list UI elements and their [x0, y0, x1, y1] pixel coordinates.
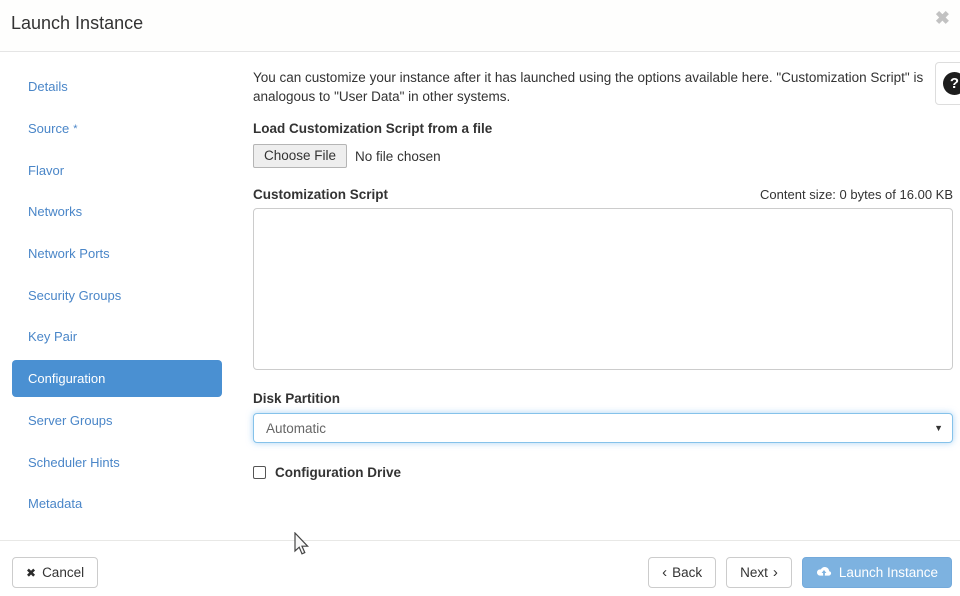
footer-button-group: ‹ Back Next › Launch Instance — [648, 557, 952, 588]
load-script-label: Load Customization Script from a file — [253, 121, 953, 136]
file-input-row: Choose File No file chosen — [253, 144, 953, 168]
sidebar-item-source[interactable]: Source * — [0, 108, 240, 150]
sidebar-item-label: Flavor — [28, 163, 64, 178]
sidebar-item-details[interactable]: Details — [0, 66, 240, 108]
cancel-button[interactable]: ✖ Cancel — [12, 557, 98, 588]
question-mark-icon: ? — [943, 72, 960, 95]
selected-option: Automatic — [266, 421, 326, 436]
help-text: You can customize your instance after it… — [253, 68, 929, 106]
x-icon: ✖ — [26, 566, 36, 580]
sidebar-item-server-groups[interactable]: Server Groups — [0, 400, 240, 442]
config-drive-row: Configuration Drive — [253, 465, 953, 480]
sidebar-item-label: Metadata — [28, 496, 82, 511]
configuration-panel: You can customize your instance after it… — [253, 52, 953, 480]
cancel-label: Cancel — [42, 565, 84, 580]
customization-script-label: Customization Script — [253, 187, 388, 202]
chevron-right-icon: › — [773, 565, 778, 580]
chevron-left-icon: ‹ — [662, 565, 667, 580]
script-header-row: Customization Script Content size: 0 byt… — [253, 187, 953, 202]
modal-header: Launch Instance ✖ — [0, 0, 960, 52]
disk-partition-select[interactable]: Automatic ▼ — [253, 413, 953, 443]
sidebar-item-network-ports[interactable]: Network Ports — [0, 233, 240, 275]
sidebar-item-label: Security Groups — [28, 288, 121, 303]
sidebar-item-networks[interactable]: Networks — [0, 191, 240, 233]
next-label: Next — [740, 565, 768, 580]
sidebar-item-label: Network Ports — [28, 246, 110, 261]
sidebar-item-configuration[interactable]: Configuration — [12, 360, 222, 397]
sidebar-item-flavor[interactable]: Flavor — [0, 149, 240, 191]
caret-down-icon: ▼ — [934, 423, 943, 433]
configuration-drive-label: Configuration Drive — [275, 465, 401, 480]
sidebar-item-metadata[interactable]: Metadata — [0, 483, 240, 525]
modal-footer: ✖ Cancel ‹ Back Next › Launch Instance — [0, 540, 960, 596]
sidebar-item-label: Networks — [28, 204, 82, 219]
sidebar-item-security-groups[interactable]: Security Groups — [0, 274, 240, 316]
next-button[interactable]: Next › — [726, 557, 792, 588]
content-size-text: Content size: 0 bytes of 16.00 KB — [760, 187, 953, 202]
choose-file-button[interactable]: Choose File — [253, 144, 347, 168]
cloud-upload-icon — [816, 566, 832, 579]
sidebar-item-key-pair[interactable]: Key Pair — [0, 316, 240, 358]
sidebar-item-label: Details — [28, 79, 68, 94]
back-button[interactable]: ‹ Back — [648, 557, 716, 588]
sidebar-item-scheduler-hints[interactable]: Scheduler Hints — [0, 441, 240, 483]
launch-instance-label: Launch Instance — [839, 565, 938, 580]
close-icon[interactable]: ✖ — [935, 9, 950, 27]
sidebar-item-label: Server Groups — [28, 413, 113, 428]
disk-partition-label: Disk Partition — [253, 391, 953, 406]
sidebar-item-label: Scheduler Hints — [28, 455, 120, 470]
launch-instance-button[interactable]: Launch Instance — [802, 557, 952, 588]
sidebar-item-label: Configuration — [28, 371, 105, 386]
back-label: Back — [672, 565, 702, 580]
configuration-drive-checkbox[interactable] — [253, 466, 266, 479]
required-asterisk: * — [73, 123, 77, 135]
wizard-sidebar: Details Source * Flavor Networks Network … — [0, 52, 240, 525]
help-button[interactable]: ? — [935, 62, 960, 105]
modal-title: Launch Instance — [11, 13, 143, 34]
customization-script-textarea[interactable] — [253, 208, 953, 370]
sidebar-item-label: Key Pair — [28, 329, 77, 344]
sidebar-item-label: Source — [28, 121, 69, 136]
file-status-text: No file chosen — [355, 149, 441, 164]
